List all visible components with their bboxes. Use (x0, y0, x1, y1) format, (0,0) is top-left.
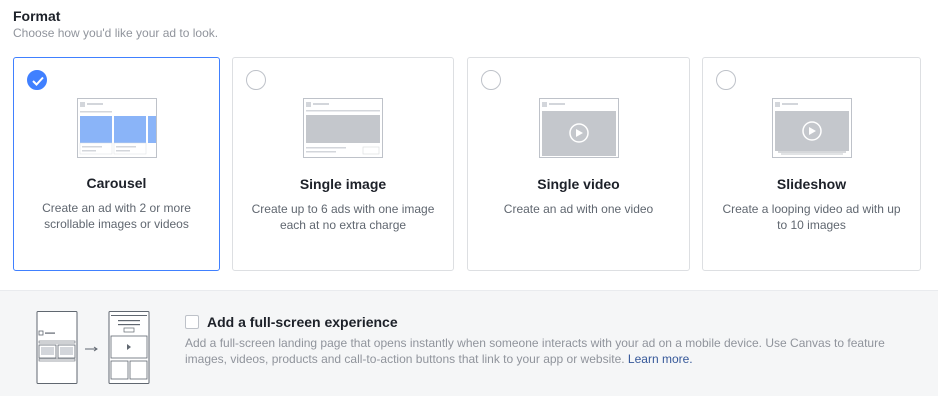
format-option-carousel[interactable]: Carousel Create an ad with 2 or more scr… (13, 57, 220, 271)
format-title: Format (13, 8, 61, 24)
single-image-name: Single image (299, 176, 387, 192)
fullscreen-section: Add a full-screen experience Add a full-… (0, 290, 938, 396)
carousel-illustration (76, 98, 157, 158)
fullscreen-desc: Add a full-screen landing page that open… (185, 335, 905, 367)
format-option-slideshow[interactable]: Slideshow Create a looping video ad with… (702, 57, 921, 271)
radio-single-video[interactable] (481, 70, 501, 90)
format-header: Format Choose how you'd like your ad to … (13, 8, 218, 40)
single-image-desc: Create up to 6 ads with one image each a… (251, 202, 435, 232)
format-option-single-video[interactable]: Single video Create an ad with one video (467, 57, 690, 271)
fullscreen-desc-text: Add a full-screen landing page that open… (185, 336, 885, 366)
single-video-name: Single video (537, 176, 620, 192)
canvas-illustration (36, 311, 150, 384)
learn-more-link[interactable]: Learn more. (628, 352, 693, 366)
slideshow-desc: Create a looping video ad with up to 10 … (722, 202, 901, 232)
slideshow-name: Slideshow (776, 176, 847, 192)
radio-slideshow[interactable] (716, 70, 736, 90)
single-video-desc: Create an ad with one video (503, 202, 654, 216)
format-subtitle: Choose how you'd like your ad to look. (13, 26, 219, 40)
arrow-right-icon (85, 346, 98, 352)
slideshow-illustration (771, 98, 852, 158)
format-option-single-image[interactable]: Single image Create up to 6 ads with one… (232, 57, 454, 271)
single-video-illustration (538, 98, 619, 158)
fullscreen-checkbox[interactable] (185, 315, 199, 329)
radio-single-image[interactable] (246, 70, 266, 90)
single-image-illustration (303, 98, 383, 158)
fullscreen-label[interactable]: Add a full-screen experience (207, 314, 398, 330)
radio-carousel[interactable] (27, 70, 47, 90)
check-icon (32, 76, 44, 86)
carousel-desc: Create an ad with 2 or more scrollable i… (42, 201, 191, 231)
carousel-name: Carousel (86, 175, 147, 191)
